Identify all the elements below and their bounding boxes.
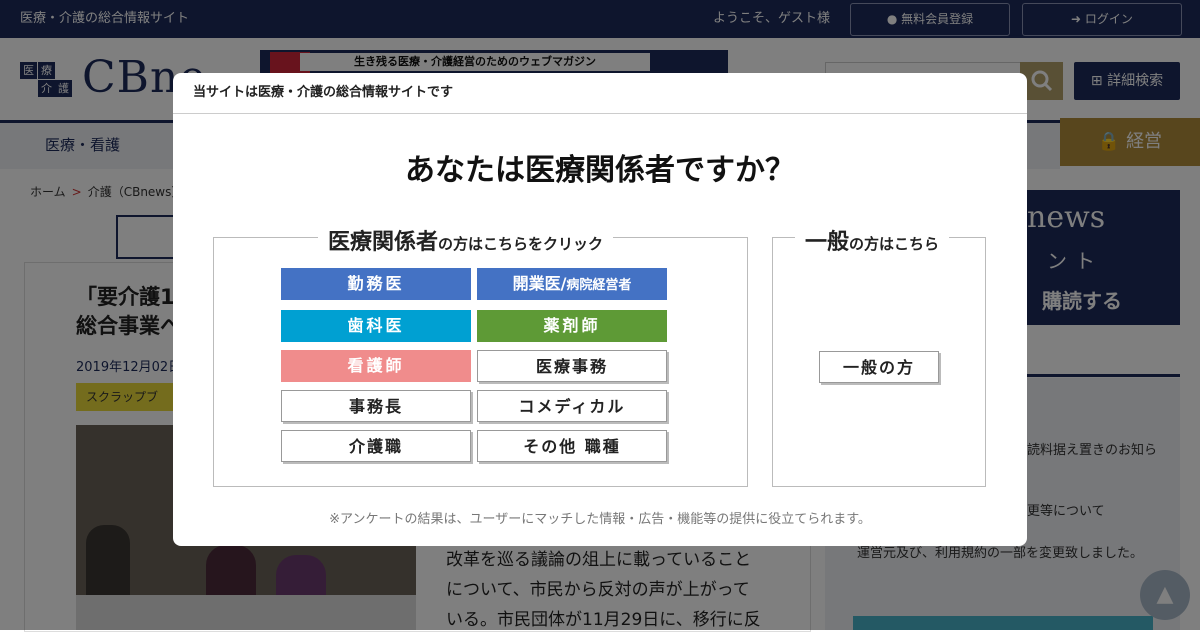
modal-question: あなたは医療関係者ですか？ (405, 153, 795, 188)
jimucho-button[interactable]: 事務長 (281, 390, 471, 422)
modal-header: 当サイトは医療・介護の総合情報サイトです (173, 73, 1027, 114)
kinmui-button[interactable]: 勤務医 (281, 268, 471, 300)
kangoshi-button[interactable]: 看護師 (281, 350, 471, 382)
general-legend: 一般の方はこちら (795, 224, 950, 256)
kaigyoui-button[interactable]: 開業医/病院経営者 (477, 268, 667, 300)
comedical-button[interactable]: コメディカル (477, 390, 667, 422)
other-profession-button[interactable]: その他 職種 (477, 430, 667, 462)
survey-note: ※アンケートの結果は、ユーザーにマッチした情報・広告・機能等の提供に役立てられま… (329, 512, 871, 527)
yakuzaishi-button[interactable]: 薬剤師 (477, 310, 667, 342)
iryojimu-button[interactable]: 医療事務 (477, 350, 667, 382)
shikai-button[interactable]: 歯科医 (281, 310, 471, 342)
general-user-button[interactable]: 一般の方 (819, 351, 939, 383)
modal-header-text: 当サイトは医療・介護の総合情報サイトです (193, 85, 454, 100)
profession-modal: 当サイトは医療・介護の総合情報サイトです あなたは医療関係者ですか？ 医療関係者… (173, 73, 1027, 546)
medical-legend: 医療関係者の方はこちらをクリック (318, 224, 614, 256)
kaigoshoku-button[interactable]: 介護職 (281, 430, 471, 462)
